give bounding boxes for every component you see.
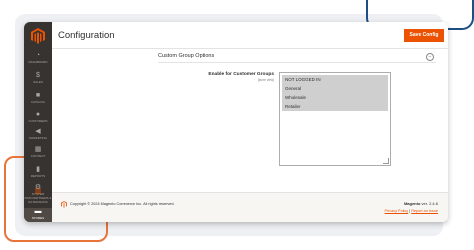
sidebar-item-sales[interactable]: $ SALES (24, 72, 52, 84)
sidebar-item-customers[interactable]: ● CUSTOMERS (24, 111, 52, 123)
sidebar-item-label: CONTENT (30, 154, 46, 158)
page-footer: Copyright © 2024 Magento Commerce Inc. A… (52, 192, 448, 222)
option-retailer[interactable]: Retailer (282, 102, 388, 111)
sidebar-item-label: CATALOG (31, 100, 45, 104)
sidebar-item-stores[interactable]: ▬ STORES (24, 208, 52, 222)
store-icon: ▬ (34, 208, 42, 215)
sidebar-item-label: STORES (31, 216, 45, 220)
version-info: Magento ver. 2.4.6 (404, 201, 438, 206)
blocks-icon: ▥ (34, 188, 42, 195)
magento-footer-logo (61, 201, 67, 208)
sidebar-item-marketing[interactable]: ◀ MARKETING (24, 128, 52, 140)
dollar-icon: $ (36, 72, 40, 79)
admin-sidebar: ◔ DASHBOARD $ SALES ■ CATALOG ● CUSTOMER… (24, 22, 52, 222)
sidebar-item-label: MARKETING (29, 136, 47, 140)
sidebar-item-label: CUSTOMERS (28, 119, 48, 123)
product-name: Magento (403, 201, 421, 206)
sidebar-item-label: FIND PARTNERS & EXTENSIONS (24, 196, 52, 204)
save-config-button[interactable]: Save Config (404, 29, 444, 42)
header-divider (52, 48, 448, 49)
sidebar-item-catalog[interactable]: ■ CATALOG (24, 92, 52, 104)
resize-handle[interactable] (383, 158, 389, 164)
customer-groups-multiselect[interactable]: NOT LOGGED IN General Wholesale Retailer (279, 72, 391, 166)
footer-links: Privacy Policy|Report an Issue (385, 209, 438, 213)
bar-chart-icon: ▮ (36, 166, 40, 173)
option-wholesale[interactable]: Wholesale (282, 93, 388, 102)
magento-logo[interactable] (31, 28, 45, 44)
sidebar-item-label: DASHBOARD (28, 60, 48, 64)
sidebar-item-dashboard[interactable]: ◔ DASHBOARD (24, 52, 52, 64)
sidebar-item-label: REPORTS (30, 174, 46, 178)
field-scope: [store view] (257, 78, 274, 82)
option-general[interactable]: General (282, 84, 388, 93)
person-icon: ● (35, 111, 41, 118)
option-not-logged-in[interactable]: NOT LOGGED IN (282, 75, 388, 84)
copyright-text: Copyright © 2024 Magento Commerce Inc. A… (70, 202, 175, 206)
sidebar-item-extensions[interactable]: ▥ FIND PARTNERS & EXTENSIONS (24, 188, 52, 204)
page-title: Configuration (58, 30, 115, 41)
box-icon: ■ (35, 92, 41, 99)
field-label: Enable for Customer Groups (208, 72, 274, 77)
collapse-icon[interactable]: − (426, 53, 434, 61)
sidebar-item-reports[interactable]: ▮ REPORTS (24, 166, 52, 178)
megaphone-icon: ◀ (35, 128, 41, 135)
admin-window: ◔ DASHBOARD $ SALES ■ CATALOG ● CUSTOMER… (24, 22, 448, 222)
report-issue-link[interactable]: Report an Issue (411, 209, 438, 213)
section-divider (158, 62, 436, 63)
sidebar-item-content[interactable]: ▦ CONTENT (24, 146, 52, 158)
main-content: Configuration Save Config Custom Group O… (52, 22, 448, 222)
sidebar-item-label: SALES (33, 80, 43, 84)
dashboard-icon: ◔ (35, 52, 41, 59)
privacy-policy-link[interactable]: Privacy Policy (385, 209, 409, 213)
section-title[interactable]: Custom Group Options (158, 53, 214, 59)
version-number: ver. 2.4.6 (421, 201, 438, 206)
content-icon: ▦ (34, 146, 42, 153)
